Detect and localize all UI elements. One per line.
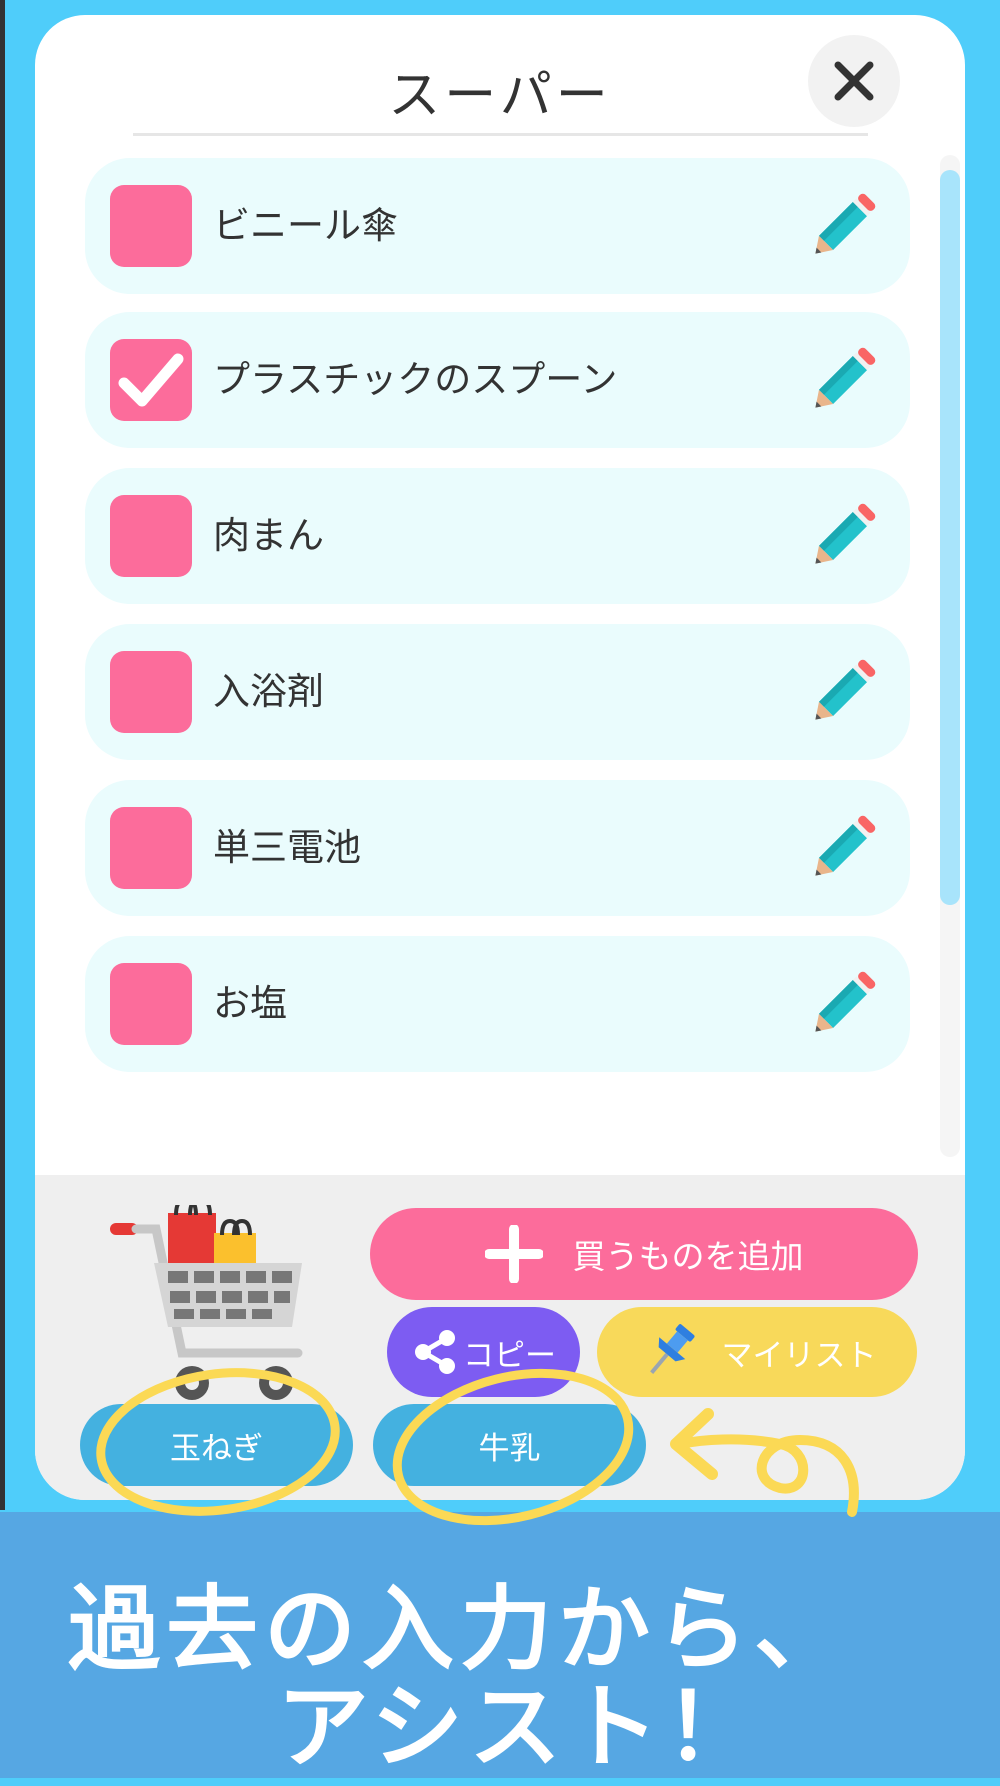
title-divider [133,133,868,136]
item-checkbox[interactable] [110,651,192,733]
item-label: 入浴剤 [213,670,324,713]
item-label: お塩 [213,982,287,1025]
scrollbar-thumb[interactable] [940,170,960,905]
plus-icon [484,1225,543,1283]
edit-button[interactable] [803,340,883,420]
item-checkbox[interactable] [110,963,192,1045]
item-checkbox[interactable] [110,339,192,421]
mylist-label: マイリスト [721,1337,877,1374]
pencil-icon [815,193,876,254]
item-label: ビニール傘 [213,204,398,247]
edit-button[interactable] [803,186,883,266]
edit-button[interactable] [803,808,883,888]
list-dialog: スーパー ビニール傘 プラスチックのスプーン 肉まん 入浴剤 単三電池 お塩 買… [35,15,965,1500]
copy-button[interactable]: コピー [387,1307,580,1397]
pencil-icon [815,347,876,408]
pencil-icon [815,503,876,564]
edit-button[interactable] [803,652,883,732]
edit-button[interactable] [803,964,883,1044]
close-button[interactable] [808,35,900,127]
add-item-button[interactable]: 買うものを追加 [370,1208,918,1300]
list-item: プラスチックのスプーン [85,312,910,448]
list-item: ビニール傘 [85,158,910,294]
item-checkbox[interactable] [110,807,192,889]
list-item: 肉まん [85,468,910,604]
scrollbar[interactable] [940,155,960,1157]
item-label: プラスチックのスプーン [213,358,618,401]
item-label: 単三電池 [213,826,361,869]
pencil-icon [815,815,876,876]
mylist-button[interactable]: マイリスト [597,1307,917,1397]
shopping-cart-icon [110,1205,303,1400]
add-item-label: 買うものを追加 [572,1237,804,1276]
list-item: お塩 [85,936,910,1072]
item-checkbox[interactable] [110,495,192,577]
suggestion-chip[interactable]: 牛乳 [373,1404,646,1486]
list-item: 単三電池 [85,780,910,916]
checkmark-icon [118,353,184,407]
edit-button[interactable] [803,496,883,576]
pencil-icon [815,971,876,1032]
pencil-icon [815,659,876,720]
copy-label: コピー [463,1337,556,1374]
item-label: 肉まん [213,514,324,557]
device-edge [0,0,5,1510]
close-icon [834,61,874,101]
suggestion-chip[interactable]: 玉ねぎ [80,1404,353,1486]
item-checkbox[interactable] [110,185,192,267]
list-item: 入浴剤 [85,624,910,760]
share-icon [415,1330,455,1374]
pushpin-icon [649,1324,694,1374]
caption-line-2: アシスト！ [276,1674,764,1781]
